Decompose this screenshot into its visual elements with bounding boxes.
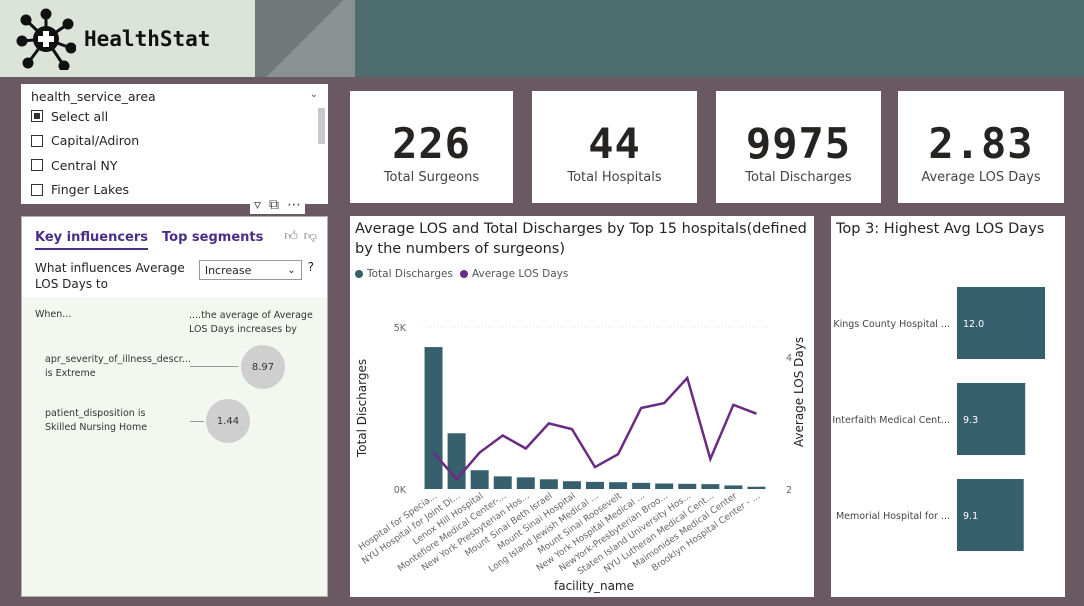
influencer-label[interactable]: patient_disposition is Skilled Nursing H…: [45, 407, 170, 435]
kpi-label: Total Hospitals: [567, 170, 662, 185]
data-label: 9.3: [963, 415, 978, 426]
top3-chart: 12.0 Kings County Hospital ... 9.3 Interfai…: [832, 287, 1045, 551]
influencer-label[interactable]: apr_severity_of_illness_descr... is Extr…: [45, 353, 191, 381]
kpi-total-discharges: 9975 Total Discharges: [716, 91, 881, 203]
bar: [632, 482, 651, 489]
ki-tabs: Key influencers Top segments: [22, 217, 327, 250]
kpi-value: 44: [588, 119, 641, 168]
header-decoration: [255, 0, 355, 77]
bar: [609, 482, 628, 489]
key-influencers-visual[interactable]: Key influencers Top segments 👍︎ 👎︎ What …: [21, 216, 328, 597]
kpi-total-surgeons: 226 Total Surgeons: [350, 91, 513, 203]
chevron-down-icon: ⌄: [287, 264, 296, 276]
medical-cross-icon: [16, 8, 76, 70]
influencer-connector: [190, 366, 238, 367]
bar: [539, 479, 558, 489]
more-options-icon[interactable]: ⋯: [287, 197, 301, 213]
help-icon[interactable]: ?: [308, 260, 314, 274]
bar: [678, 483, 697, 489]
feedback-buttons: 👍︎ 👎︎: [284, 229, 317, 244]
influencer-bubble[interactable]: 8.97: [241, 345, 285, 389]
y2-axis-title: Average LOS Days: [792, 337, 806, 447]
influencer-bubble[interactable]: 1.44: [206, 399, 250, 443]
bar: [724, 485, 743, 489]
kpi-total-hospitals: 44 Total Hospitals: [532, 91, 697, 203]
focus-mode-icon[interactable]: ⧉: [269, 197, 279, 213]
top3-chart-card: Top 3: Highest Avg LOS Days 12.0 Kings Co…: [831, 216, 1065, 597]
checkbox-select-all[interactable]: [31, 110, 43, 123]
slicer-item-label: Select all: [51, 108, 109, 124]
data-label: 12.0: [963, 319, 984, 330]
ki-avg-header: ....the average of Average LOS Days incr…: [189, 310, 313, 335]
y-tick-label: 5K: [394, 323, 407, 334]
kpi-label: Average LOS Days: [921, 170, 1041, 185]
checkbox-central-ny[interactable]: [31, 159, 43, 172]
kpi-value: 2.83: [928, 119, 1034, 168]
ki-direction-select[interactable]: Increase ⌄: [198, 260, 302, 280]
bar: [424, 347, 443, 489]
tab-top-segments[interactable]: Top segments: [162, 230, 263, 250]
slicer-scrollbar[interactable]: [318, 108, 325, 144]
ki-question: What influences Average LOS Days to: [35, 261, 185, 291]
bar: [586, 481, 604, 489]
ki-results: When... ....the average of Average LOS D…: [22, 297, 327, 596]
checkbox-finger-lakes[interactable]: [31, 183, 43, 196]
filter-icon[interactable]: ▿: [254, 197, 261, 213]
logo: HealthStat: [0, 0, 255, 77]
ki-select-value: Increase: [204, 263, 252, 277]
slicer-item-select-all[interactable]: Select all: [31, 104, 318, 129]
combo-chart-card: Average LOS and Total Discharges by Top …: [350, 216, 814, 597]
category-label: Interfaith Medical Cent...: [832, 415, 950, 426]
influencer-connector: [190, 421, 204, 422]
bar: [516, 477, 535, 489]
bar: [470, 470, 489, 489]
kpi-value: 9975: [745, 119, 852, 168]
kpi-label: Total Discharges: [745, 170, 852, 185]
y2-tick-label: 2: [786, 485, 792, 496]
line-series: [432, 375, 757, 482]
bar: [701, 484, 720, 489]
slicer-item-capital-adiron[interactable]: Capital/Adiron: [31, 129, 318, 154]
tab-key-influencers[interactable]: Key influencers: [35, 230, 149, 250]
y-tick-label: 0K: [394, 485, 407, 496]
kpi-value: 226: [392, 119, 471, 168]
visual-header-icons: ▿ ⧉ ⋯: [250, 196, 306, 214]
slicer-title: health_service_area: [31, 89, 156, 104]
thumbs-down-icon[interactable]: 👎︎: [304, 229, 317, 244]
ki-when-header: When...: [35, 309, 72, 320]
slicer-item-central-ny[interactable]: Central NY: [31, 153, 318, 178]
bar: [747, 486, 766, 489]
bar: [655, 483, 674, 489]
data-label: 9.1: [963, 511, 978, 522]
app-name: HealthStat: [84, 26, 211, 51]
ki-question-row: What influences Average LOS Days to Incr…: [22, 250, 327, 292]
bar: [493, 476, 512, 489]
slicer-header: health_service_area ⌄: [31, 89, 318, 104]
bar: [562, 481, 581, 489]
slicer-item-label: Central NY: [51, 157, 118, 173]
thumbs-up-icon[interactable]: 👍︎: [284, 229, 298, 244]
slicer-item-label: Finger Lakes: [51, 182, 130, 198]
checkbox-capital-adiron[interactable]: [31, 134, 43, 147]
category-label: Kings County Hospital ...: [833, 319, 950, 330]
combo-chart: 5K0K42Total Discharges Average LOS Daysfa…: [355, 323, 806, 593]
slicer-item-label: Capital/Adiron: [51, 133, 140, 149]
x-axis-title: facility_name: [554, 579, 634, 593]
y-axis-title: Total Discharges: [355, 359, 369, 458]
category-label: Memorial Hospital for ...: [836, 511, 950, 522]
chevron-down-icon[interactable]: ⌄: [310, 89, 318, 104]
health-service-area-slicer[interactable]: health_service_area ⌄ Select all Capital…: [21, 84, 328, 204]
kpi-average-los-days: 2.83 Average LOS Days: [898, 91, 1064, 203]
kpi-label: Total Surgeons: [383, 170, 480, 185]
